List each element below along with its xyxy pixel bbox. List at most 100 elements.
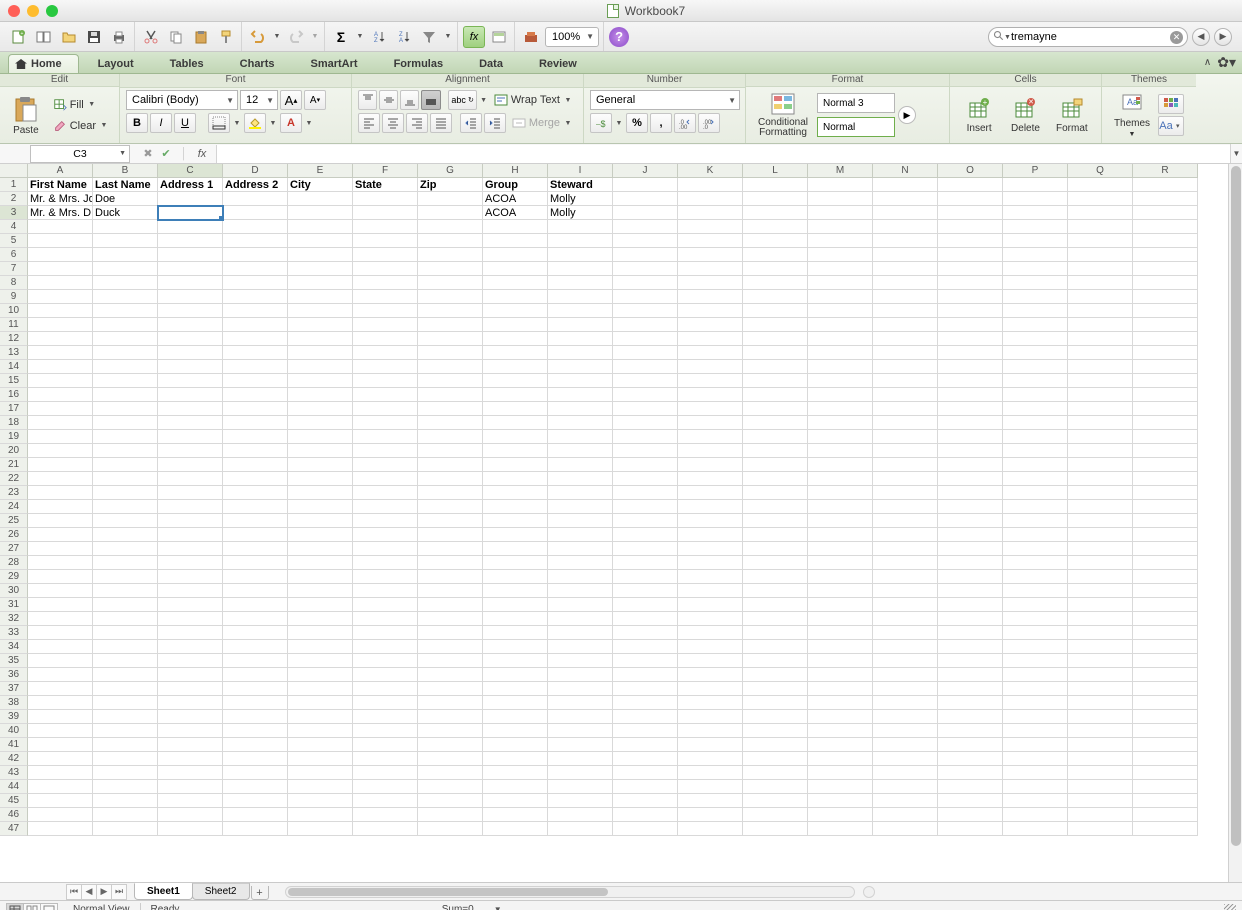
cell[interactable]	[28, 374, 93, 388]
cell[interactable]	[93, 808, 158, 822]
cell[interactable]	[483, 430, 548, 444]
cell[interactable]	[743, 290, 808, 304]
cell[interactable]	[743, 766, 808, 780]
ribbon-settings-button[interactable]: ✿▾	[1217, 54, 1236, 71]
sort-asc-button[interactable]: AZ	[368, 26, 390, 48]
cell[interactable]	[548, 458, 613, 472]
cell[interactable]	[353, 514, 418, 528]
cell[interactable]	[353, 360, 418, 374]
cell[interactable]	[743, 430, 808, 444]
cell[interactable]	[938, 360, 1003, 374]
cell[interactable]	[938, 612, 1003, 626]
cell[interactable]	[1133, 766, 1198, 780]
cell[interactable]	[28, 668, 93, 682]
cell[interactable]	[158, 738, 223, 752]
cell[interactable]	[613, 584, 678, 598]
cell[interactable]	[678, 486, 743, 500]
cell[interactable]	[93, 416, 158, 430]
cell[interactable]	[353, 276, 418, 290]
cell[interactable]	[483, 374, 548, 388]
cell[interactable]	[223, 374, 288, 388]
cell[interactable]	[158, 360, 223, 374]
cell[interactable]	[158, 486, 223, 500]
cell[interactable]	[613, 598, 678, 612]
cell[interactable]	[873, 696, 938, 710]
theme-fonts-button[interactable]: Aa▾	[1158, 116, 1184, 136]
cell[interactable]	[743, 570, 808, 584]
cell[interactable]	[1068, 486, 1133, 500]
row-header[interactable]: 5	[0, 234, 28, 248]
cell[interactable]: Steward	[548, 178, 613, 192]
row-header[interactable]: 31	[0, 598, 28, 612]
cell[interactable]	[678, 598, 743, 612]
row-header[interactable]: 7	[0, 262, 28, 276]
cell[interactable]	[548, 584, 613, 598]
cell[interactable]	[873, 570, 938, 584]
cell[interactable]	[808, 416, 873, 430]
cell[interactable]	[288, 640, 353, 654]
cell[interactable]	[938, 528, 1003, 542]
cell[interactable]	[743, 248, 808, 262]
cell[interactable]	[158, 682, 223, 696]
font-size-combo[interactable]: 12▼	[240, 90, 278, 110]
cell[interactable]	[1003, 710, 1068, 724]
cell[interactable]	[93, 234, 158, 248]
cell[interactable]	[223, 318, 288, 332]
cell[interactable]	[288, 598, 353, 612]
cell[interactable]	[1003, 626, 1068, 640]
fx-button[interactable]: fx	[194, 146, 210, 162]
cell[interactable]	[1133, 374, 1198, 388]
cell[interactable]	[1003, 682, 1068, 696]
cell[interactable]	[678, 528, 743, 542]
cell[interactable]	[873, 738, 938, 752]
row-header[interactable]: 35	[0, 654, 28, 668]
cell[interactable]	[28, 542, 93, 556]
cell[interactable]	[288, 220, 353, 234]
cell[interactable]	[1068, 738, 1133, 752]
cell[interactable]	[223, 220, 288, 234]
cell[interactable]	[223, 584, 288, 598]
cell[interactable]	[613, 794, 678, 808]
cell[interactable]	[1003, 500, 1068, 514]
cell[interactable]	[808, 556, 873, 570]
cell[interactable]	[353, 696, 418, 710]
cell[interactable]	[1068, 584, 1133, 598]
cell[interactable]	[483, 234, 548, 248]
cell[interactable]	[223, 626, 288, 640]
help-button[interactable]: ?	[609, 27, 629, 47]
cell[interactable]	[743, 416, 808, 430]
cell[interactable]	[353, 234, 418, 248]
underline-button[interactable]: U	[174, 113, 196, 133]
cell[interactable]	[613, 276, 678, 290]
filter-button[interactable]	[418, 26, 440, 48]
cell[interactable]	[1133, 584, 1198, 598]
cell[interactable]	[873, 528, 938, 542]
cell[interactable]	[1133, 430, 1198, 444]
cell[interactable]	[288, 304, 353, 318]
row-header[interactable]: 47	[0, 822, 28, 836]
cell[interactable]	[1003, 794, 1068, 808]
cell[interactable]	[613, 570, 678, 584]
cell[interactable]	[353, 668, 418, 682]
zoom-combo[interactable]: 100%▼	[545, 27, 599, 47]
cell[interactable]	[483, 416, 548, 430]
cell[interactable]	[873, 192, 938, 206]
cell[interactable]	[1003, 444, 1068, 458]
cell[interactable]	[1133, 640, 1198, 654]
cell[interactable]	[1133, 556, 1198, 570]
column-header[interactable]: C	[158, 164, 223, 178]
cell[interactable]	[678, 430, 743, 444]
cell[interactable]	[613, 640, 678, 654]
cell[interactable]	[353, 374, 418, 388]
align-left-button[interactable]	[358, 113, 380, 133]
cell[interactable]	[1003, 388, 1068, 402]
cell[interactable]	[1133, 262, 1198, 276]
cell[interactable]	[1068, 374, 1133, 388]
cell[interactable]	[1003, 472, 1068, 486]
cell[interactable]	[223, 192, 288, 206]
open-button[interactable]	[58, 26, 80, 48]
cell[interactable]	[288, 416, 353, 430]
cell[interactable]	[158, 388, 223, 402]
cell[interactable]	[353, 780, 418, 794]
column-header[interactable]: L	[743, 164, 808, 178]
